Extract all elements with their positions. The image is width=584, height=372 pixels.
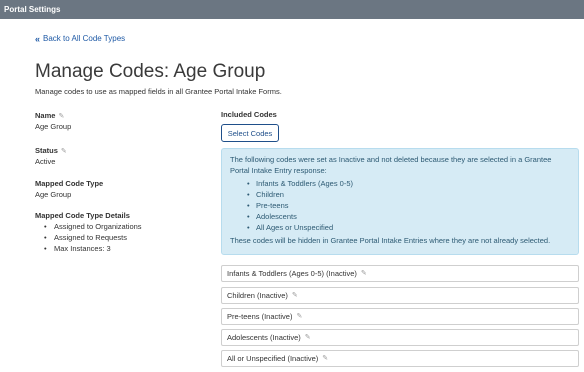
edit-status-pencil-icon[interactable]: ✎ (61, 147, 67, 155)
code-row-label: All or Unspecified (Inactive) (227, 354, 319, 363)
alert-code-list: Infants & Toddlers (Ages 0-5) Children P… (230, 178, 570, 233)
list-item: Assigned to Requests (44, 232, 142, 243)
code-row-preteens[interactable]: Pre-teens (Inactive) ✎ (221, 308, 579, 325)
list-item: Pre-teens (247, 200, 570, 211)
double-chevron-left-icon: « (35, 33, 41, 44)
list-item: Infants & Toddlers (Ages 0-5) (247, 178, 570, 189)
name-field-label: Name ✎ (35, 111, 64, 120)
mapped-details-list: Assigned to Organizations Assigned to Re… (35, 221, 142, 254)
code-row-label: Infants & Toddlers (Ages 0-5) (Inactive) (227, 269, 357, 278)
top-bar: Portal Settings (0, 0, 584, 19)
status-label-text: Status (35, 146, 58, 155)
pencil-icon[interactable]: ✎ (296, 309, 302, 324)
back-to-code-types-link[interactable]: « Back to All Code Types (35, 34, 125, 43)
back-link-label: Back to All Code Types (43, 34, 126, 43)
edit-name-pencil-icon[interactable]: ✎ (58, 112, 64, 120)
name-value: Age Group (35, 122, 72, 131)
pencil-icon[interactable]: ✎ (292, 288, 298, 303)
code-row-infants[interactable]: Infants & Toddlers (Ages 0-5) (Inactive)… (221, 265, 579, 282)
code-row-children[interactable]: Children (Inactive) ✎ (221, 287, 579, 304)
included-codes-label: Included Codes (221, 110, 277, 119)
mapped-code-type-value: Age Group (35, 190, 72, 199)
code-row-adolescents[interactable]: Adolescents (Inactive) ✎ (221, 329, 579, 346)
mapped-details-label: Mapped Code Type Details (35, 211, 130, 220)
code-row-all-unspecified[interactable]: All or Unspecified (Inactive) ✎ (221, 350, 579, 367)
list-item: All Ages or Unspecified (247, 222, 570, 233)
pencil-icon[interactable]: ✎ (361, 266, 367, 281)
list-item: Max Instances: 3 (44, 243, 142, 254)
mapped-code-type-label: Mapped Code Type (35, 179, 103, 188)
pencil-icon[interactable]: ✎ (322, 351, 328, 366)
status-value: Active (35, 157, 56, 166)
mapped-code-type-label-text: Mapped Code Type (35, 179, 104, 188)
inactive-codes-alert: The following codes were set as Inactive… (221, 148, 579, 255)
list-item: Adolescents (247, 211, 570, 222)
top-bar-title: Portal Settings (4, 5, 61, 14)
code-row-label: Pre-teens (Inactive) (227, 312, 293, 321)
page-title: Manage Codes: Age Group (35, 61, 266, 82)
alert-footer: These codes will be hidden in Grantee Po… (230, 236, 551, 245)
page-subtitle: Manage codes to use as mapped fields in … (35, 87, 282, 96)
alert-intro: The following codes were set as Inactive… (230, 155, 552, 175)
list-item: Assigned to Organizations (44, 221, 142, 232)
pencil-icon[interactable]: ✎ (305, 330, 311, 345)
status-field-label: Status ✎ (35, 146, 67, 155)
mapped-details-label-text: Mapped Code Type Details (35, 211, 130, 220)
code-row-label: Adolescents (Inactive) (227, 333, 301, 342)
name-label-text: Name (35, 111, 56, 120)
code-row-label: Children (Inactive) (227, 291, 288, 300)
select-codes-button[interactable]: Select Codes (221, 124, 279, 142)
list-item: Children (247, 189, 570, 200)
